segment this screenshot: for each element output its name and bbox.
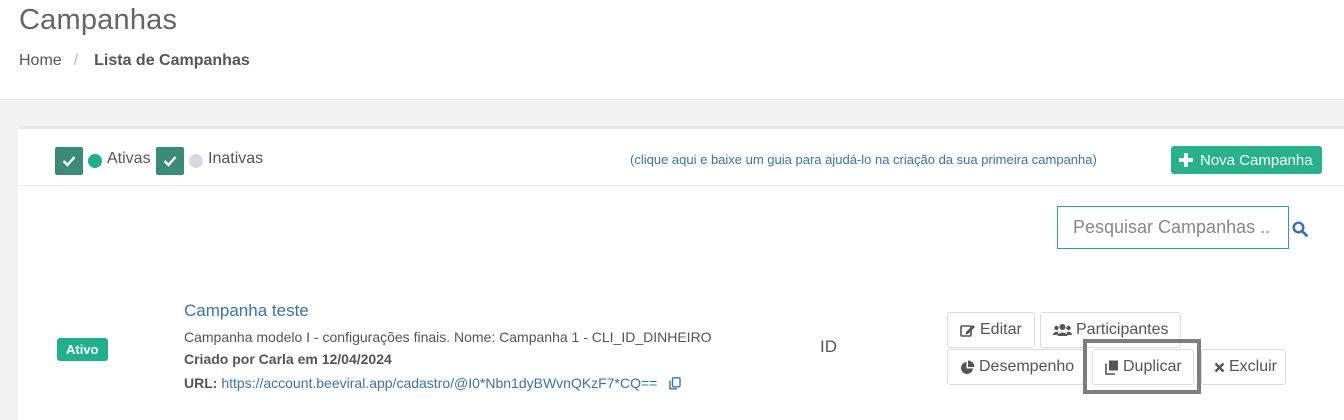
breadcrumb-home[interactable]: Home [19, 52, 62, 69]
breadcrumb: Home / Lista de Campanhas [19, 52, 250, 70]
active-filter-label: Ativas [107, 150, 151, 167]
breadcrumb-current: Lista de Campanhas [94, 52, 250, 69]
edit-label: Editar [980, 321, 1022, 338]
delete-button[interactable]: Excluir [1201, 349, 1286, 385]
url-label: URL: [184, 375, 218, 391]
campaign-title[interactable]: Campanha teste [184, 301, 309, 321]
search-input[interactable] [1057, 206, 1289, 249]
campaign-created: Criado por Carla em 12/04/2024 [184, 351, 392, 367]
search-icon[interactable] [1292, 221, 1308, 237]
status-badge: Ativo [57, 338, 108, 361]
copy-icon[interactable] [669, 377, 681, 390]
filter-bar: Ativas Inativas (clique aqui e baixe um … [18, 129, 1344, 186]
guide-download-link[interactable]: (clique aqui e baixe um guia para ajudá-… [630, 152, 1097, 167]
plus-icon [1179, 153, 1193, 167]
campaigns-panel: Ativas Inativas (clique aqui e baixe um … [18, 126, 1344, 420]
new-campaign-button[interactable]: Nova Campanha [1171, 146, 1322, 174]
performance-button[interactable]: Desempenho [947, 349, 1084, 385]
campaign-url-link[interactable]: https://account.beeviral.app/cadastro/@I… [221, 375, 657, 391]
active-status-dot [88, 154, 102, 168]
edit-button[interactable]: Editar [947, 312, 1035, 348]
performance-label: Desempenho [979, 358, 1075, 375]
check-icon [62, 156, 76, 167]
page-title: Campanhas [19, 4, 178, 36]
inactive-filter-label: Inativas [208, 150, 264, 167]
edit-icon [960, 324, 975, 337]
delete-label: Excluir [1229, 358, 1278, 375]
breadcrumb-separator: / [73, 52, 79, 69]
campaign-description: Campanha modelo I - configurações finais… [184, 329, 712, 345]
campaign-id-label: ID [820, 337, 837, 356]
inactive-filter-checkbox[interactable] [156, 147, 184, 175]
campaign-url-row: URL: https://account.beeviral.app/cadast… [184, 375, 681, 391]
pie-chart-icon [961, 360, 975, 374]
inactive-status-dot [189, 154, 203, 168]
duplicate-highlight-box [1083, 339, 1201, 394]
new-campaign-label: Nova Campanha [1200, 151, 1313, 169]
page-header: Campanhas Home / Lista de Campanhas [0, 0, 1344, 100]
active-filter-checkbox[interactable] [55, 147, 83, 175]
check-icon [163, 156, 177, 167]
participants-label: Participantes [1076, 321, 1169, 338]
users-icon [1053, 324, 1072, 336]
close-icon [1214, 362, 1225, 372]
